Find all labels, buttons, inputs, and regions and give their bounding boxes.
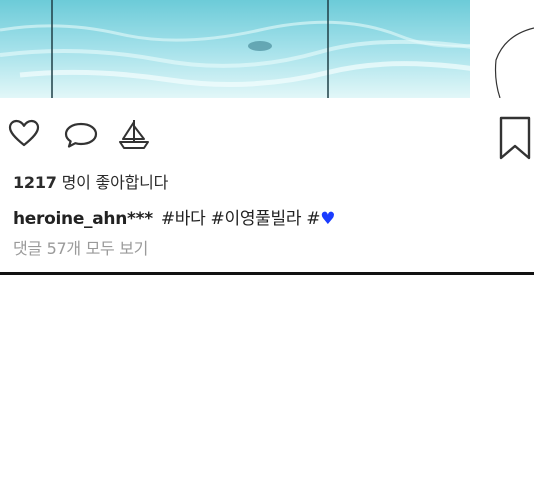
- speech-bubble-icon[interactable]: [63, 121, 99, 149]
- pool-scene: [0, 0, 534, 98]
- likes-count[interactable]: 1217 명이 좋아합니다: [13, 169, 168, 193]
- sailboat-icon[interactable]: [117, 117, 151, 151]
- heart-outline-icon[interactable]: [8, 119, 40, 147]
- post-photo[interactable]: [0, 0, 534, 98]
- likes-label: 명이 좋아합니다: [61, 173, 169, 192]
- post-actions-bar: [0, 112, 534, 162]
- username-link[interactable]: heroine_ahn***: [13, 209, 153, 229]
- likes-number: 1217: [13, 173, 57, 192]
- heart-emoji: ♥: [320, 209, 336, 229]
- panel-divider: [0, 272, 534, 275]
- view-all-comments-link[interactable]: 댓글 57개 모두 보기: [13, 235, 148, 259]
- post-caption: heroine_ahn*** #바다 #이영풀빌라 #♥: [13, 204, 335, 229]
- caption-hashtags[interactable]: #바다 #이영풀빌라 #: [161, 209, 321, 229]
- bookmark-icon[interactable]: [498, 116, 532, 160]
